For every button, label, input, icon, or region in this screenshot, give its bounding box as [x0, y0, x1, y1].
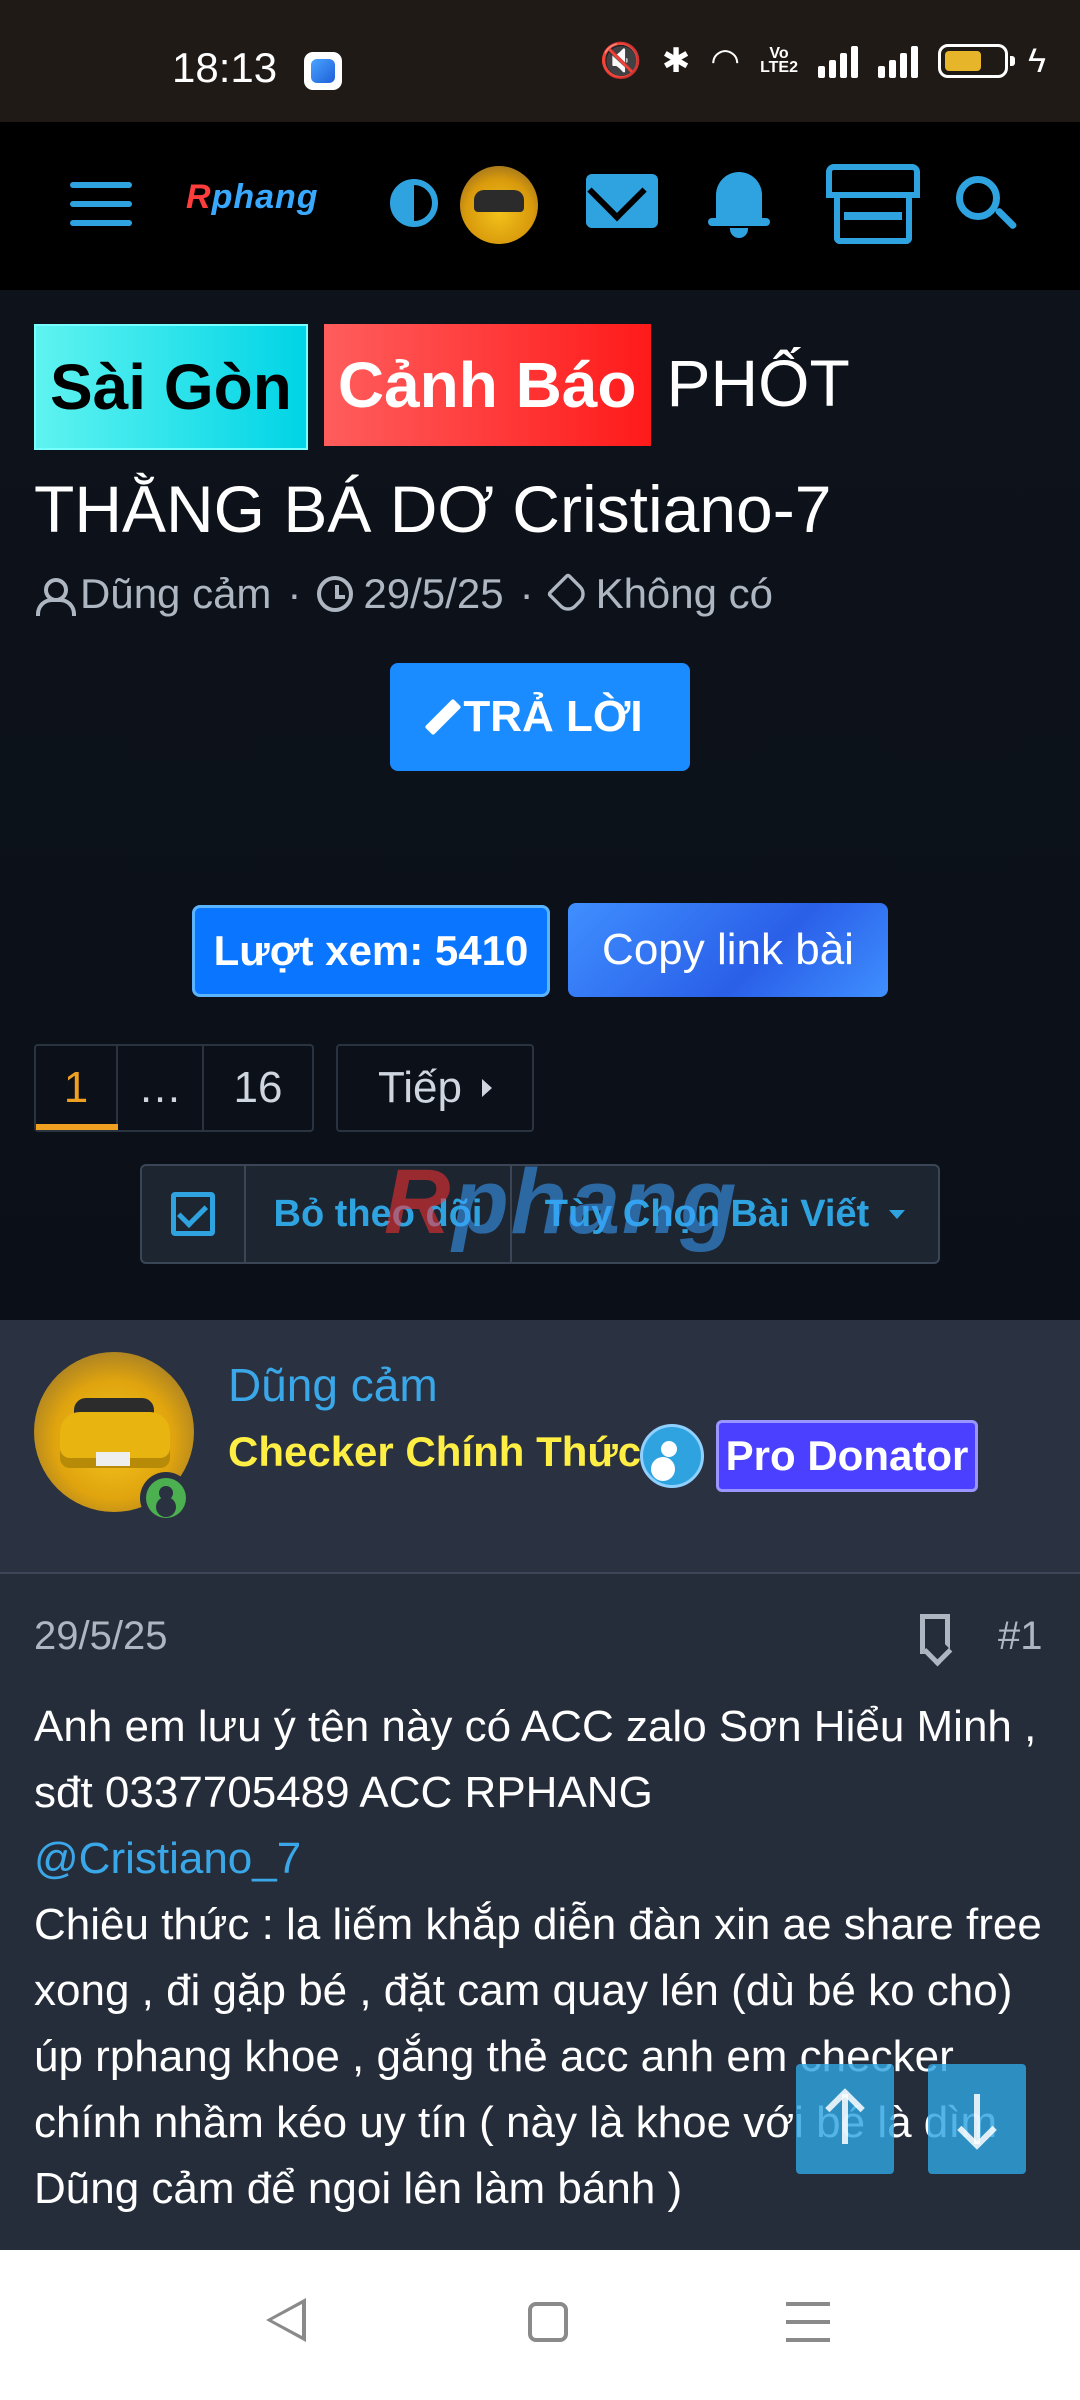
page-ellipsis[interactable]: … [118, 1046, 204, 1130]
meta-separator: · [287, 570, 302, 617]
battery-icon [938, 44, 1015, 78]
post-body: 29/5/25 #1 Anh em lưu ý tên này có ACC z… [0, 1574, 1080, 2250]
volte-icon: Vo LTE2 [760, 45, 798, 76]
meta-separator: · [519, 570, 534, 617]
mail-icon[interactable] [586, 174, 658, 228]
bell-icon[interactable] [708, 166, 770, 238]
menu-icon[interactable] [70, 182, 132, 226]
scroll-bottom-button[interactable] [928, 2064, 1026, 2174]
copy-link-button[interactable]: Copy link bài [568, 903, 888, 997]
pro-donator-badge: Pro Donator [716, 1420, 978, 1492]
signal-icon-1 [818, 44, 858, 78]
clock-icon [317, 576, 354, 612]
tag-icon [545, 572, 590, 616]
next-label: Tiếp [378, 1063, 462, 1112]
bluetooth-icon: ✱ [661, 42, 691, 80]
site-logo[interactable]: Rphang [186, 178, 319, 217]
system-navigation-bar [0, 2250, 1080, 2400]
pencil-icon [424, 698, 462, 736]
logo-rest: phang [211, 178, 319, 216]
reply-label: TRẢ LỜI [463, 692, 643, 741]
thread-actions-bar: Bỏ theo dõi Tùy Chọn Bài Viết [140, 1164, 940, 1264]
post-date[interactable]: 29/5/25 [34, 1614, 167, 1659]
post-author-block: Dũng cảm Checker Chính Thức Pro Donator [0, 1320, 1080, 1574]
author-name[interactable]: Dũng cảm [228, 1358, 438, 1412]
caret-right-icon [481, 1079, 492, 1097]
user-mention-link[interactable]: @Cristiano_7 [34, 1826, 1046, 1892]
checkbox-icon [171, 1192, 215, 1236]
charging-icon: ϟ [1028, 42, 1046, 80]
back-icon[interactable] [266, 2298, 306, 2342]
thread-author[interactable]: Dũng cảm [80, 570, 271, 618]
theme-toggle-icon[interactable] [390, 179, 438, 227]
top-navigation: Rphang [0, 122, 1080, 290]
mute-icon: 🔇 [599, 42, 642, 80]
scroll-top-button[interactable] [796, 2064, 894, 2174]
thread-header: Sài Gòn Cảnh Báo PHỐT THẰNG BÁ DƠ Cristian… [0, 290, 1080, 1320]
prefix-label-saigon[interactable]: Sài Gòn [34, 324, 308, 450]
user-icon [34, 576, 76, 616]
arrow-down-icon [974, 2094, 980, 2144]
author-user-title: Checker Chính Thức [228, 1428, 642, 1475]
user-avatar[interactable] [460, 166, 538, 244]
post-content: Anh em lưu ý tên này có ACC zalo Sơn Hiể… [34, 1694, 1046, 2222]
post-options-label: Tùy Chọn Bài Viết [544, 1192, 870, 1235]
store-icon[interactable] [826, 164, 920, 246]
status-icons: 🔇 ✱ ◠ Vo LTE2 ϟ [600, 44, 1046, 78]
status-bar: 18:13 🔇 ✱ ◠ Vo LTE2 ϟ [0, 0, 1080, 122]
page-16[interactable]: 16 [204, 1046, 312, 1130]
wifi-icon: ◠ [710, 42, 741, 80]
thread-tags: Không có [595, 570, 774, 617]
prefix-label-canhbao[interactable]: Cảnh Báo [323, 324, 651, 446]
post-number[interactable]: #1 [998, 1614, 1043, 1659]
thread-meta: Dũng cảm · 29/5/25 · Không có [34, 570, 773, 618]
bookmark-icon[interactable] [920, 1614, 950, 1654]
verified-user-icon [640, 1424, 704, 1488]
thread-date[interactable]: 29/5/25 [363, 570, 503, 618]
online-status-icon [140, 1472, 192, 1524]
home-icon[interactable] [528, 2302, 568, 2342]
next-page-button[interactable]: Tiếp [336, 1044, 534, 1132]
recent-apps-icon[interactable] [786, 2302, 830, 2342]
reply-button[interactable]: TRẢ LỜI [390, 663, 690, 771]
post-paragraph: Chiêu thức : la liếm khắp diễn đàn xin a… [34, 1900, 1042, 2213]
arrow-up-icon [842, 2094, 848, 2144]
signal-icon-2 [878, 44, 918, 78]
search-icon[interactable] [956, 176, 1000, 220]
post-options-dropdown[interactable]: Tùy Chọn Bài Viết [512, 1166, 938, 1262]
view-count-button[interactable]: Lượt xem: 5410 [192, 905, 550, 997]
unfollow-button[interactable]: Bỏ theo dõi [246, 1166, 512, 1262]
select-checkbox[interactable] [142, 1166, 246, 1262]
app-notification-icon [304, 52, 342, 90]
logo-r: R [186, 178, 212, 216]
thread-title: Sài Gòn Cảnh Báo PHỐT THẰNG BÁ DƠ Cristian… [34, 324, 1044, 568]
page-1[interactable]: 1 [36, 1046, 118, 1130]
pagination: 1 … 16 [34, 1044, 314, 1132]
status-time: 18:13 [172, 44, 278, 91]
post-paragraph: Anh em lưu ý tên này có ACC zalo Sơn Hiể… [34, 1702, 1037, 1817]
chevron-down-icon [889, 1209, 906, 1219]
